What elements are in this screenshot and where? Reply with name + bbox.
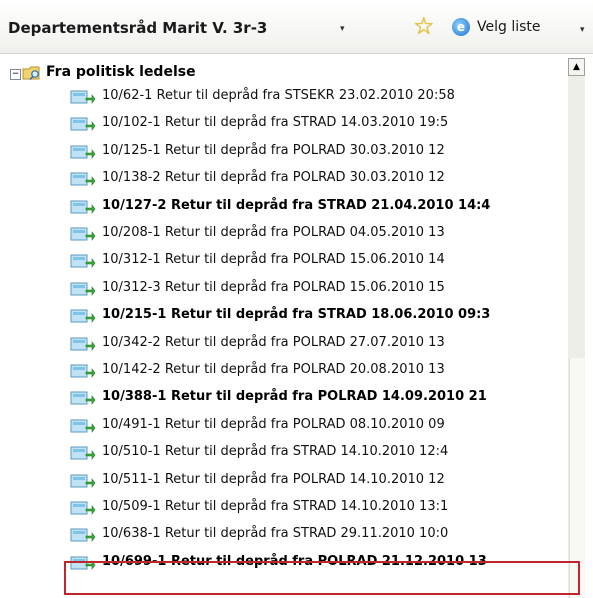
tree-item[interactable]: 10/62-1 Retur til depråd fra STSEKR 23.0… (70, 86, 568, 108)
document-arrow-icon (70, 528, 96, 543)
document-arrow-icon (70, 474, 96, 488)
tree-item-label: 10/510-1 Retur til depråd fra STRAD 14.1… (102, 444, 449, 460)
star-icon[interactable]: ☆ (413, 14, 435, 38)
tree-item[interactable]: 10/215-1 Retur til depråd fra STRAD 18.0… (70, 305, 568, 327)
document-arrow-icon (70, 501, 96, 515)
tree-item[interactable]: 10/312-1 Retur til depråd fra POLRAD 15.… (70, 250, 568, 272)
document-arrow-icon (70, 282, 96, 296)
tree-item-label: 10/125-1 Retur til depråd fra POLRAD 30.… (102, 142, 445, 158)
tree-item-label: 10/491-1 Retur til depråd fra POLRAD 08.… (102, 416, 445, 432)
tree-item-label: 10/62-1 Retur til depråd fra STSEKR 23.0… (102, 88, 455, 103)
tree-item-label: 10/511-1 Retur til depråd fra POLRAD 14.… (102, 471, 445, 487)
document-arrow-icon (70, 145, 96, 159)
tree-item[interactable]: 10/388-1 Retur til depråd fra POLRAD 14.… (70, 387, 568, 409)
collapse-icon[interactable]: − (10, 69, 21, 80)
tree-item-label: 10/127-2 Retur til depråd fra STRAD 21.0… (102, 197, 491, 213)
document-arrow-icon (70, 446, 96, 461)
tree-item[interactable]: 10/138-2 Retur til depråd fra POLRAD 30.… (70, 168, 568, 190)
vertical-scrollbar[interactable]: ▲ (568, 58, 585, 598)
document-arrow-icon (70, 90, 96, 104)
tree-item-label: 10/215-1 Retur til depråd fra STRAD 18.0… (102, 307, 491, 323)
tree-item[interactable]: 10/102-1 Retur til depråd fra STRAD 14.0… (70, 113, 568, 135)
tree-item-label: 10/312-1 Retur til depråd fra POLRAD 15.… (102, 252, 445, 268)
document-arrow-icon (70, 364, 96, 378)
velg-liste-chevron-icon[interactable]: ▾ (580, 25, 585, 35)
folder-search-icon (22, 66, 40, 81)
tree-item-label: 10/509-1 Retur til depråd fra STRAD 14.1… (102, 499, 449, 514)
chevron-down-icon[interactable]: ▾ (340, 24, 345, 34)
tree-item-label: 10/312-3 Retur til depråd fra POLRAD 15.… (102, 279, 445, 295)
tree-item[interactable]: 10/127-2 Retur til depråd fra STRAD 21.0… (70, 196, 568, 218)
tree-view: − Fra politisk ledelse 10/62-1 Retur til… (0, 54, 593, 598)
document-arrow-icon (70, 254, 96, 269)
document-arrow-icon (70, 391, 96, 406)
tree-item[interactable]: 10/491-1 Retur til depråd fra POLRAD 08.… (70, 415, 568, 437)
tree-item-label: 10/102-1 Retur til depråd fra STRAD 14.0… (102, 115, 449, 131)
tree-item-label: 10/388-1 Retur til depråd fra POLRAD 14.… (102, 389, 487, 405)
tree-item[interactable]: 10/142-2 Retur til depråd fra POLRAD 20.… (70, 360, 568, 382)
list-title[interactable]: Departementsråd Marit V. 3r-3 (8, 19, 267, 37)
document-arrow-icon (70, 200, 96, 214)
tree-item[interactable]: 10/208-1 Retur til depråd fra POLRAD 04.… (70, 223, 568, 245)
tree-item[interactable]: 10/511-1 Retur til depråd fra POLRAD 14.… (70, 470, 568, 492)
document-arrow-icon (70, 337, 96, 351)
document-arrow-icon (70, 117, 96, 132)
tree-item-label: 10/342-2 Retur til depråd fra POLRAD 27.… (102, 334, 445, 350)
tree-item[interactable]: 10/509-1 Retur til depråd fra STRAD 14.1… (70, 497, 568, 519)
list-header: Departementsråd Marit V. 3r-3 ▾ ☆ e Velg… (0, 0, 593, 54)
tree-item[interactable]: 10/312-3 Retur til depråd fra POLRAD 15.… (70, 278, 568, 300)
selection-highlight (64, 561, 580, 595)
velg-liste-button[interactable]: Velg liste (477, 19, 541, 35)
group-label: Fra politisk ledelse (46, 64, 196, 80)
tree-item-label: 10/638-1 Retur til depråd fra STRAD 29.1… (102, 526, 449, 542)
tree-item-label: 10/142-2 Retur til depråd fra POLRAD 20.… (102, 362, 445, 377)
tree-item-label: 10/208-1 Retur til depråd fra POLRAD 04.… (102, 225, 445, 240)
scroll-up-arrow-icon[interactable]: ▲ (568, 58, 585, 76)
tree-item[interactable]: 10/638-1 Retur til depråd fra STRAD 29.1… (70, 524, 568, 546)
document-arrow-icon (70, 309, 96, 324)
tree-item[interactable]: 10/342-2 Retur til depråd fra POLRAD 27.… (70, 333, 568, 355)
tree-item[interactable]: 10/125-1 Retur til depråd fra POLRAD 30.… (70, 141, 568, 163)
tree-item[interactable]: 10/510-1 Retur til depråd fra STRAD 14.1… (70, 442, 568, 464)
document-arrow-icon (70, 419, 96, 433)
document-arrow-icon (70, 172, 96, 187)
tree-item-label: 10/138-2 Retur til depråd fra POLRAD 30.… (102, 170, 445, 186)
document-arrow-icon (70, 227, 96, 241)
ie-icon[interactable]: e (452, 18, 470, 36)
